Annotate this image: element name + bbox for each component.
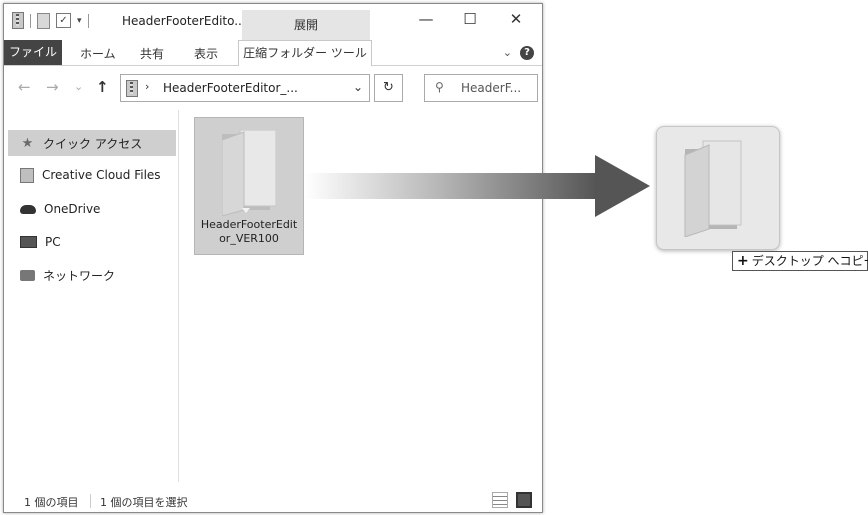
toolbar-separator (30, 13, 31, 28)
sidebar-item-label: ネットワーク (43, 268, 116, 283)
quick-access-toolbar: ✓ ▾ (12, 12, 89, 29)
folder-icon (222, 130, 276, 216)
up-button[interactable]: ↑ (96, 78, 109, 96)
details-view-button[interactable] (492, 492, 508, 508)
zip-folder-icon (12, 12, 24, 29)
navigation-pane: ★ クイック アクセス Creative Cloud Files OneDriv… (4, 110, 178, 482)
pane-divider[interactable] (178, 110, 179, 482)
tab-view[interactable]: 表示 (194, 45, 218, 62)
address-bar[interactable]: › HeaderFooterEditor_... ⌄ (120, 74, 370, 102)
expand-ribbon-icon[interactable]: ⌄ (503, 46, 512, 59)
large-icons-view-button[interactable] (516, 492, 532, 508)
breadcrumb-chevron-icon[interactable]: › (145, 80, 149, 93)
star-icon: ★ (21, 135, 34, 151)
sidebar-item-label: PC (45, 235, 61, 249)
refresh-button[interactable]: ↻ (374, 74, 403, 102)
window-title: HeaderFooterEdito... (122, 14, 246, 28)
drag-arrow-icon (305, 155, 650, 217)
extract-context-tab[interactable]: 展開 (242, 10, 370, 40)
tab-home[interactable]: ホーム (80, 45, 116, 62)
address-dropdown-icon[interactable]: ⌄ (353, 80, 363, 94)
tab-share[interactable]: 共有 (140, 45, 164, 62)
forward-button[interactable]: → (46, 78, 59, 96)
creative-cloud-icon (20, 167, 34, 183)
cloud-icon (20, 204, 36, 214)
folder-name: HeaderFooterEdit or_VER100 (195, 218, 303, 246)
drag-preview (656, 126, 780, 250)
explorer-window: ✓ ▾ HeaderFooterEdito... 展開 — ☐ ✕ ファイル ホ… (3, 3, 543, 513)
sidebar-item-pc[interactable]: PC (8, 229, 176, 255)
folder-name-line: or_VER100 (219, 232, 279, 245)
checkbox-icon[interactable]: ✓ (56, 13, 71, 28)
plus-icon: + (737, 253, 749, 269)
minimize-button[interactable]: — (404, 10, 448, 28)
zip-folder-icon (126, 80, 138, 97)
close-button[interactable]: ✕ (494, 10, 538, 28)
pc-icon (20, 236, 37, 248)
maximize-button[interactable]: ☐ (448, 10, 492, 28)
folder-item[interactable]: HeaderFooterEdit or_VER100 (194, 117, 304, 255)
properties-icon[interactable] (37, 12, 50, 29)
sidebar-item-label: クイック アクセス (43, 136, 143, 151)
selection-count: 1 個の項目を選択 (100, 496, 188, 509)
sidebar-item-onedrive[interactable]: OneDrive (8, 196, 176, 222)
sidebar-item-label: Creative Cloud Files (42, 168, 161, 182)
search-placeholder: HeaderF... (461, 81, 522, 95)
recent-locations-button[interactable]: ⌄ (74, 80, 83, 93)
ribbon-tabs: ファイル ホーム 共有 表示 圧縮フォルダー ツール ⌄ ? (4, 40, 542, 66)
folder-icon (684, 140, 742, 237)
sidebar-item-network[interactable]: ネットワーク (8, 262, 176, 288)
title-bar: ✓ ▾ HeaderFooterEdito... 展開 — ☐ ✕ (4, 4, 542, 40)
network-icon (20, 269, 35, 281)
copy-to-desktop-tooltip: + デスクトップ へコピー (732, 251, 868, 271)
search-input[interactable]: ⚲ HeaderF... (424, 74, 538, 102)
sidebar-item-label: OneDrive (44, 202, 101, 216)
tab-file[interactable]: ファイル (4, 40, 62, 65)
tooltip-text: デスクトップ へコピー (751, 254, 868, 268)
tab-compressed-folder-tools[interactable]: 圧縮フォルダー ツール (238, 40, 372, 66)
item-count: 1 個の項目 (24, 496, 79, 509)
search-icon: ⚲ (435, 80, 444, 94)
customize-dropdown-icon[interactable]: ▾ (77, 16, 82, 26)
sidebar-item-quick-access[interactable]: ★ クイック アクセス (8, 130, 176, 156)
sidebar-item-creative-cloud[interactable]: Creative Cloud Files (8, 162, 176, 188)
toolbar-separator (87, 13, 89, 28)
help-icon[interactable]: ? (520, 46, 534, 60)
context-tab-label: 展開 (293, 18, 318, 32)
folder-name-line: HeaderFooterEdit (200, 218, 298, 231)
back-button[interactable]: ← (18, 78, 31, 96)
status-separator (90, 494, 91, 508)
breadcrumb[interactable]: HeaderFooterEditor_... (163, 81, 298, 95)
navigation-bar: ← → ⌄ ↑ › HeaderFooterEditor_... ⌄ ↻ ⚲ H… (4, 66, 542, 110)
status-bar: 1 個の項目 1 個の項目を選択 (4, 488, 542, 512)
